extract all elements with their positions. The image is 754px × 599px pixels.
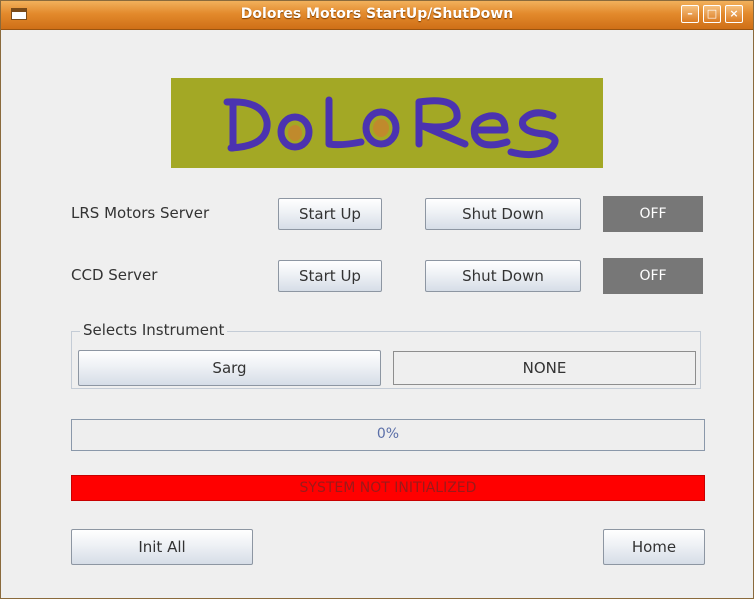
lrs-motors-server-label: LRS Motors Server xyxy=(71,204,210,222)
ccd-server-label: CCD Server xyxy=(71,266,158,284)
home-button[interactable]: Home xyxy=(603,529,705,565)
instrument-group-title: Selects Instrument xyxy=(80,321,228,339)
selected-instrument-field: NONE xyxy=(393,351,696,385)
app-window: Dolores Motors StartUp/ShutDown – □ × LR… xyxy=(0,0,754,599)
init-all-button[interactable]: Init All xyxy=(71,529,253,565)
ccd-start-up-button[interactable]: Start Up xyxy=(278,260,382,292)
maximize-icon[interactable]: □ xyxy=(703,5,721,23)
minimize-icon[interactable]: – xyxy=(681,5,699,23)
title-bar[interactable]: Dolores Motors StartUp/ShutDown – □ × xyxy=(1,1,753,30)
dolores-logo-drawing xyxy=(223,96,559,159)
sarg-button[interactable]: Sarg xyxy=(78,350,381,386)
lrs-shut-down-button[interactable]: Shut Down xyxy=(425,198,581,230)
progress-text: 0% xyxy=(376,426,400,442)
close-icon[interactable]: × xyxy=(725,5,743,23)
lrs-start-up-button[interactable]: Start Up xyxy=(278,198,382,230)
system-status-bar: SYSTEM NOT INITIALIZED xyxy=(71,475,705,501)
lrs-status-indicator: OFF xyxy=(603,196,703,232)
window-title: Dolores Motors StartUp/ShutDown xyxy=(240,6,514,22)
progress-bar: 0% xyxy=(71,419,705,451)
ccd-status-indicator: OFF xyxy=(603,258,703,294)
dolores-logo xyxy=(171,78,603,168)
ccd-shut-down-button[interactable]: Shut Down xyxy=(425,260,581,292)
